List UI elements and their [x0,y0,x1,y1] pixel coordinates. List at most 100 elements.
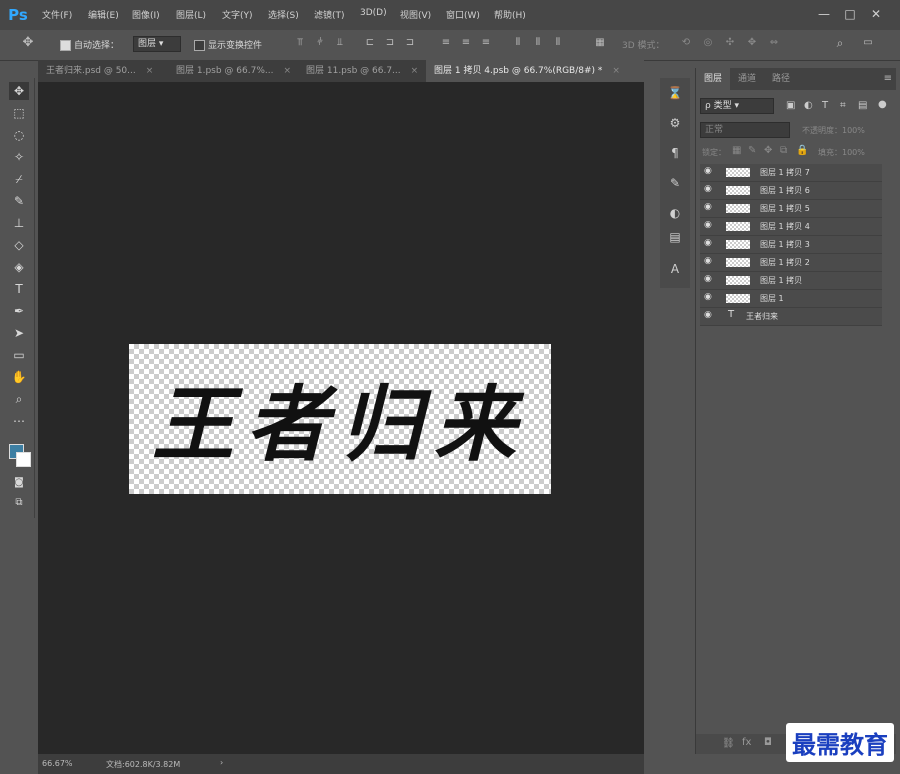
tab-layer1-psb[interactable]: 图层 1.psb @ 66.7%... × [168,60,296,82]
type-tool-icon[interactable]: T [9,280,29,298]
workspace-icon[interactable]: ▭ [862,37,874,49]
tab-paths[interactable]: 路径 [764,68,798,90]
move-tool-icon[interactable]: ✥ [22,36,34,49]
distribute-top-icon[interactable]: ≡ [440,37,452,49]
menu-layer[interactable]: 图层(L) [176,8,206,21]
3d-pan-icon[interactable]: ✣ [724,37,736,49]
opacity-field[interactable]: 不透明度：100% [802,125,865,136]
menu-3d[interactable]: 3D(D) [360,8,387,18]
stamp-tool-icon[interactable]: ⊥ [9,214,29,232]
brush-panel-icon[interactable]: ✎ [666,174,684,192]
zoom-tool-icon[interactable]: ⌕ [9,390,29,408]
show-transform-checkbox[interactable]: 显示变换控件 [194,38,262,51]
auto-align-icon[interactable]: ▦ [594,37,606,49]
align-hcenter-icon[interactable]: ⊐ [384,37,396,49]
filter-type-icon[interactable]: T [822,100,828,111]
distribute-hcenter-icon[interactable]: ⦀ [532,37,544,49]
add-mask-icon[interactable]: ◘ [764,737,772,748]
close-window-button[interactable]: ✕ [866,5,886,23]
fill-field[interactable]: 填充：100% [818,147,865,158]
layer-row[interactable]: ◉ 图层 1 拷贝 4 [700,218,882,236]
move-tool-icon[interactable]: ✥ [9,82,29,100]
lock-position-icon[interactable]: ✥ [764,145,772,156]
align-top-icon[interactable]: ⫪ [294,37,306,49]
layer-row[interactable]: ◉ 图层 1 [700,290,882,308]
more-tools-icon[interactable]: ⋯ [9,412,29,430]
menu-type[interactable]: 文字(Y) [222,8,253,21]
tab-layer11-psb[interactable]: 图层 11.psb @ 66.7... × [298,60,426,82]
align-bottom-icon[interactable]: ⫫ [334,37,346,49]
distribute-bottom-icon[interactable]: ≡ [480,37,492,49]
link-layers-icon[interactable]: ⛓ [722,738,735,749]
character-panel-icon[interactable]: A [666,260,684,278]
paragraph-panel-icon[interactable]: ¶ [666,144,684,162]
layer-row[interactable]: ◉ 图层 1 拷贝 3 [700,236,882,254]
eyedropper-tool-icon[interactable]: ⌿ [9,170,29,188]
close-tab-icon[interactable]: × [612,66,620,76]
close-tab-icon[interactable]: × [411,66,419,76]
lock-artboard-icon[interactable]: ⧉ [780,145,787,156]
lock-pixels-icon[interactable]: ✎ [748,145,756,156]
marquee-tool-icon[interactable]: ⬚ [9,104,29,122]
history-panel-icon[interactable]: ⌛ [666,84,684,102]
auto-select-checkbox[interactable]: 自动选择： [60,38,119,51]
zoom-level[interactable]: 66.67% [42,759,73,768]
paint-bucket-tool-icon[interactable]: ◈ [9,258,29,276]
rectangle-tool-icon[interactable]: ▭ [9,346,29,364]
hand-tool-icon[interactable]: ✋ [9,368,29,386]
lasso-tool-icon[interactable]: ◌ [9,126,29,144]
distribute-right-icon[interactable]: ⦀ [552,37,564,49]
3d-slide-icon[interactable]: ✥ [746,37,758,49]
eraser-tool-icon[interactable]: ◇ [9,236,29,254]
fx-icon[interactable]: fx [742,737,751,748]
filter-smart-icon[interactable]: ▤ [858,100,867,111]
pen-tool-icon[interactable]: ✒ [9,302,29,320]
auto-select-target-dropdown[interactable]: 图层 ▾ [133,36,181,52]
tab-layers[interactable]: 图层 [696,68,731,90]
menu-window[interactable]: 窗口(W) [446,8,480,21]
close-tab-icon[interactable]: × [146,66,154,76]
tab-layer1-copy4-psb[interactable]: 图层 1 拷贝 4.psb @ 66.7%(RGB/8#) * × [426,60,644,82]
menu-image[interactable]: 图像(I) [132,8,160,21]
layer-row[interactable]: ◉ 图层 1 拷贝 [700,272,882,290]
path-select-tool-icon[interactable]: ➤ [9,324,29,342]
layer-row[interactable]: ◉ 图层 1 拷贝 6 [700,182,882,200]
3d-rotate-icon[interactable]: ⟲ [680,37,692,49]
eye-icon[interactable]: ◉ [704,274,712,284]
lock-all-icon[interactable]: 🔒 [796,145,808,156]
menu-help[interactable]: 帮助(H) [494,8,526,21]
filter-toggle-icon[interactable]: ● [878,99,887,110]
distribute-vcenter-icon[interactable]: ≡ [460,37,472,49]
3d-roll-icon[interactable]: ◎ [702,37,714,49]
panel-menu-icon[interactable]: ≡ [884,73,892,84]
filter-shape-icon[interactable]: ⌗ [840,100,846,111]
properties-panel-icon[interactable]: ⚙ [666,114,684,132]
tab-wangzhe-psd[interactable]: 王者归来.psd @ 50... × [38,60,166,82]
layer-row[interactable]: ◉ 图层 1 拷贝 2 [700,254,882,272]
align-vcenter-icon[interactable]: ⫩ [314,37,326,49]
menu-filter[interactable]: 滤镜(T) [314,8,345,21]
adjustments-panel-icon[interactable]: ◐ [666,204,684,222]
menu-select[interactable]: 选择(S) [268,8,299,21]
menu-file[interactable]: 文件(F) [42,8,72,21]
menu-view[interactable]: 视图(V) [400,8,431,21]
eye-icon[interactable]: ◉ [704,238,712,248]
eye-icon[interactable]: ◉ [704,184,712,194]
menu-edit[interactable]: 编辑(E) [88,8,119,21]
3d-scale-icon[interactable]: ⇔ [768,37,780,49]
eye-icon[interactable]: ◉ [704,202,712,212]
eye-icon[interactable]: ◉ [704,292,712,302]
brush-tool-icon[interactable]: ✎ [9,192,29,210]
quick-mask-icon[interactable]: ◙ [9,474,29,492]
status-arrow-icon[interactable]: › [220,758,223,767]
filter-adjust-icon[interactable]: ◐ [804,100,813,111]
filter-pixel-icon[interactable]: ▣ [786,100,795,111]
tab-channels[interactable]: 通道 [730,68,764,90]
screen-mode-icon[interactable]: ⧉ [9,494,29,512]
maximize-button[interactable]: □ [840,5,860,23]
align-right-icon[interactable]: ⊐ [404,37,416,49]
eye-icon[interactable]: ◉ [704,166,712,176]
distribute-left-icon[interactable]: ⦀ [512,37,524,49]
lock-transparency-icon[interactable]: ▦ [732,145,741,156]
minimize-button[interactable]: — [814,5,834,23]
